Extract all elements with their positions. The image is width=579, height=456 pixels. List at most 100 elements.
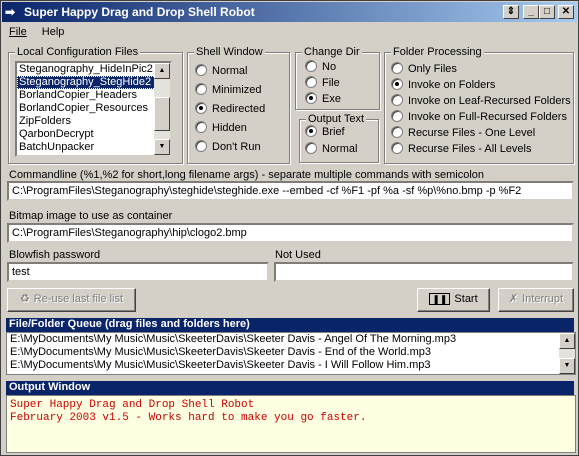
queue-row[interactable]: E:\MyDocuments\My Music\Music\SkeeterDav… — [7, 333, 575, 346]
folder-radio-recurse-files-all-levels[interactable]: Recurse Files - All Levels — [391, 142, 532, 156]
maximize-button[interactable]: □ — [539, 5, 555, 19]
radio-dot-icon — [391, 78, 403, 90]
radio-label: Minimized — [212, 84, 262, 96]
window-title: Super Happy Drag and Drop Shell Robot — [24, 5, 255, 19]
menu-bar: File Help — [3, 24, 576, 42]
outtext-radio-brief[interactable]: Brief — [305, 125, 345, 139]
interrupt-button[interactable]: ✗ Interrupt — [498, 288, 574, 312]
close-button[interactable]: ✕ — [558, 5, 574, 19]
radio-dot-icon — [305, 125, 317, 137]
scroll-down-icon[interactable]: ▼ — [154, 139, 170, 155]
config-scrollbar[interactable]: ▲ ▼ — [154, 63, 170, 155]
change-dir-title: Change Dir — [302, 46, 362, 58]
bitmap-input[interactable]: C:\ProgramFiles\Steganography\hip\clogo2… — [7, 223, 574, 243]
interrupt-label: Interrupt — [522, 293, 564, 305]
queue-row[interactable]: E:\MyDocuments\My Music\Music\SkeeterDav… — [7, 346, 575, 359]
radio-dot-icon — [195, 121, 207, 133]
radio-label: Normal — [212, 65, 248, 77]
commandline-label: Commandline (%1,%2 for short,long filena… — [9, 169, 485, 181]
reuse-file-list-button[interactable]: ♻ Re-use last file list — [7, 288, 136, 312]
radio-label: Don't Run — [212, 141, 261, 153]
outtext-radio-normal[interactable]: Normal — [305, 142, 357, 156]
config-list-item[interactable]: Steganography_StegHide2 — [17, 76, 170, 89]
radio-label: Normal — [322, 143, 358, 155]
local-config-title: Local Configuration Files — [15, 46, 141, 58]
output-line: Super Happy Drag and Drop Shell Robot — [10, 399, 255, 411]
shell-radio-redirected[interactable]: Redirected — [195, 102, 265, 116]
radio-label: Recurse Files - One Level — [408, 127, 536, 139]
config-listbox[interactable]: Steganography_HideInPic2 Steganography_St… — [15, 61, 172, 157]
shell-radio-minimized[interactable]: Minimized — [195, 83, 262, 97]
radio-label: Invoke on Full-Recursed Folders — [408, 111, 567, 123]
queue-header: File/Folder Queue (drag files and folder… — [6, 318, 574, 332]
scroll-up-icon[interactable]: ▲ — [154, 63, 170, 79]
folder-radio-only-files[interactable]: Only Files — [391, 62, 457, 76]
radio-label: Invoke on Folders — [408, 79, 496, 91]
queue-row[interactable]: E:\MyDocuments\My Music\Music\SkeeterDav… — [7, 359, 575, 372]
radio-dot-icon — [195, 64, 207, 76]
reuse-label: Re-use last file list — [33, 293, 124, 305]
radio-label: Only Files — [408, 63, 457, 75]
queue-scroll-down-icon[interactable]: ▼ — [559, 358, 575, 374]
title-bar[interactable]: ➡ Super Happy Drag and Drop Shell Robot … — [2, 2, 577, 22]
radio-label: Exe — [322, 93, 341, 105]
config-list-item[interactable]: BorlandCopier_Resources — [17, 102, 170, 115]
radio-dot-icon — [391, 126, 403, 138]
start-button[interactable]: ❚❚ Start — [417, 288, 490, 312]
main-window: ➡ Super Happy Drag and Drop Shell Robot … — [0, 0, 579, 456]
file-queue-list[interactable]: E:\MyDocuments\My Music\Music\SkeeterDav… — [6, 332, 576, 375]
radio-label: File — [322, 77, 340, 89]
folder-processing-title: Folder Processing — [391, 46, 484, 58]
radio-dot-icon — [391, 142, 403, 154]
interrupt-icon: ✗ — [508, 293, 519, 305]
radio-dot-icon — [391, 110, 403, 122]
restore-icon[interactable]: ⇕ — [503, 5, 519, 19]
reuse-icon: ♻ — [19, 293, 30, 305]
radio-label: Hidden — [212, 122, 247, 134]
output-window[interactable]: Super Happy Drag and Drop Shell Robot Fe… — [6, 395, 576, 453]
radio-dot-icon — [305, 142, 317, 154]
menu-help[interactable]: Help — [36, 24, 71, 40]
config-list-item[interactable]: BatchUnpacker — [17, 141, 170, 154]
start-label: Start — [454, 293, 478, 305]
not-used-input[interactable] — [274, 262, 574, 282]
folder-radio-invoke-on-leaf-recursed-folders[interactable]: Invoke on Leaf-Recursed Folders — [391, 94, 571, 108]
blowfish-input[interactable]: test — [7, 262, 269, 282]
output-text-title: Output Text — [306, 113, 367, 125]
shell-radio-hidden[interactable]: Hidden — [195, 121, 247, 135]
radio-dot-icon — [195, 102, 207, 114]
output-header: Output Window — [6, 381, 574, 395]
radio-dot-icon — [391, 62, 403, 74]
radio-label: Brief — [322, 126, 345, 138]
folder-radio-recurse-files-one-level[interactable]: Recurse Files - One Level — [391, 126, 535, 140]
radio-dot-icon — [305, 76, 317, 88]
folder-radio-invoke-on-full-recursed-folders[interactable]: Invoke on Full-Recursed Folders — [391, 110, 567, 124]
config-list-item[interactable]: ZipFolders — [17, 115, 170, 128]
radio-dot-icon — [195, 140, 207, 152]
radio-dot-icon — [305, 60, 317, 72]
folder-radio-invoke-on-folders[interactable]: Invoke on Folders — [391, 78, 495, 92]
queue-scrollbar[interactable]: ▲ ▼ — [559, 333, 575, 374]
config-list-item[interactable]: Steganography_HideInPic2 — [17, 63, 170, 76]
chdir-radio-no[interactable]: No — [305, 60, 336, 74]
commandline-input[interactable]: C:\ProgramFiles\Steganography\steghide\s… — [7, 181, 574, 201]
minimize-button[interactable]: _ — [523, 5, 539, 19]
config-list-item[interactable]: QarbonDecrypt — [17, 128, 170, 141]
app-arrow-icon: ➡ — [5, 5, 16, 19]
blowfish-label: Blowfish password — [9, 249, 101, 261]
chdir-radio-exe[interactable]: Exe — [305, 92, 341, 106]
scroll-thumb[interactable] — [154, 97, 170, 131]
shell-radio-normal[interactable]: Normal — [195, 64, 247, 78]
config-list-item[interactable]: BorlandCopier_Headers — [17, 89, 170, 102]
shell-radio-don-t-run[interactable]: Don't Run — [195, 140, 261, 154]
radio-dot-icon — [391, 94, 403, 106]
queue-scroll-up-icon[interactable]: ▲ — [559, 333, 575, 349]
chdir-radio-file[interactable]: File — [305, 76, 340, 90]
bitmap-label: Bitmap image to use as container — [9, 210, 173, 222]
menu-file[interactable]: File — [3, 24, 33, 40]
output-line: February 2003 v1.5 - Works hard to make … — [10, 412, 367, 424]
not-used-label: Not Used — [275, 249, 321, 261]
radio-dot-icon — [195, 83, 207, 95]
radio-label: Redirected — [212, 103, 266, 115]
shell-window-title: Shell Window — [194, 46, 265, 58]
